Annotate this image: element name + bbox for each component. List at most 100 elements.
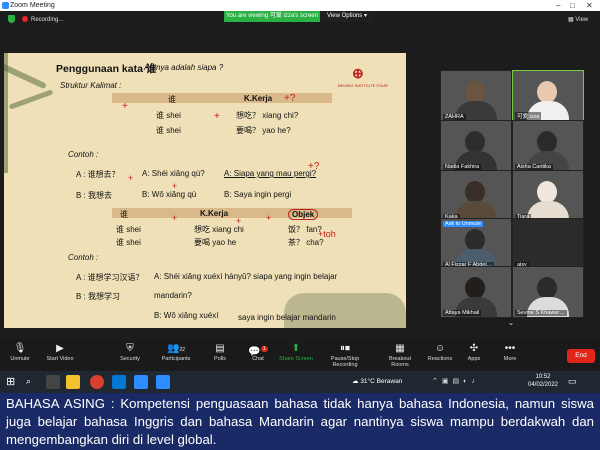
chat-button[interactable]: 💬 1 Chat — [238, 342, 278, 362]
participant-tile[interactable]: Aisha Cantika — [512, 120, 584, 172]
table1-head-verb: K.Kerja — [244, 94, 273, 103]
file-explorer-icon[interactable] — [66, 375, 80, 389]
recording-dot-icon — [22, 16, 28, 22]
bamboo-leaf — [8, 89, 54, 110]
minimize-button[interactable]: – — [556, 0, 560, 11]
security-shield-icon[interactable] — [8, 15, 15, 23]
pen-annotation: +toh — [318, 229, 336, 239]
pen-annotation: + — [214, 111, 220, 122]
participant-head — [465, 277, 485, 299]
participant-name: Sevine S Khawar… — [515, 310, 567, 316]
example2-pinyin: B: Wǒ xiǎng qù — [142, 190, 197, 199]
recording-indicator[interactable]: Recording... — [22, 14, 72, 26]
start-video-label: Start Video — [46, 356, 74, 362]
landscape-decoration — [284, 293, 406, 328]
table2-row2-c2: 要喝 yao he — [194, 238, 237, 247]
participant-head — [537, 131, 557, 153]
viewing-screen-banner: You are viewing 可爱 izza's screen — [224, 11, 320, 22]
participant-tile[interactable]: Ask to Unmute Al Fizzar F Abdel… — [440, 218, 512, 270]
recording-label: Recording... — [31, 17, 64, 23]
weather-widget[interactable]: ☁ 31°C Berawan — [352, 377, 402, 385]
more-button[interactable]: ••• More — [490, 342, 530, 362]
participant-tile[interactable]: aisy — [512, 218, 584, 270]
chrome-icon[interactable] — [90, 375, 104, 389]
shared-slide: Penggunaan kata 谁 Artinya adalah siapa ?… — [4, 53, 406, 328]
search-icon[interactable]: ⌕ — [26, 376, 31, 387]
breakout-icon: ▦ — [395, 343, 405, 354]
windows-taskbar: ⊞ ⌕ ☁ 31°C Berawan ⌃▣▤◐♪ 10:52 04/02/2022… — [0, 371, 600, 393]
edge-icon[interactable] — [112, 375, 126, 389]
slide-title: Penggunaan kata 谁 — [56, 63, 157, 75]
close-button[interactable]: ✕ — [586, 0, 593, 11]
table2-row1-c1: 谁 shei — [116, 225, 141, 234]
pause-recording-button[interactable]: ⏸⏹ Pause/Stop Recording — [318, 342, 372, 368]
polls-button[interactable]: ▤ Polls — [200, 342, 240, 362]
ask-to-unmute-button[interactable]: Ask to Unmute — [443, 221, 484, 227]
notifications-icon[interactable]: ▭ — [568, 376, 577, 387]
unmute-button[interactable]: 🎙 Unmute — [0, 342, 40, 362]
participant-tile-active[interactable]: 可爱 izza — [512, 70, 584, 122]
pen-annotation: + — [266, 213, 272, 223]
example5-translation: saya ingin belajar mandarin — [238, 313, 336, 322]
example5-pinyin: B: Wǒ xiǎng xuéxí — [154, 311, 219, 320]
zoom-meeting-taskbar-icon[interactable] — [156, 375, 170, 389]
start-video-button[interactable]: ▶ Start Video — [40, 342, 80, 362]
participant-tile[interactable]: Sevine S Khawar… — [512, 266, 584, 318]
security-button[interactable]: ⛨ Security — [110, 342, 150, 362]
apps-icon: ✣ — [469, 343, 479, 354]
table1-row1-c2: 想吃？ xiang chi? — [236, 111, 299, 120]
participants-button[interactable]: 👥22 Participants — [156, 342, 196, 362]
pen-annotation: +? — [284, 93, 296, 104]
zoom-taskbar-icon[interactable] — [134, 375, 148, 389]
example4-chinese: B : 我想学习 — [76, 292, 121, 301]
view-button[interactable]: ▦ View — [568, 16, 588, 23]
pen-annotation: + — [172, 213, 178, 223]
participant-name: 可爱 izza — [515, 112, 542, 120]
more-dots-icon: ••• — [504, 343, 516, 354]
table2-head-verb: K.Kerja — [200, 209, 229, 218]
participant-tile[interactable]: Tiara — [512, 170, 584, 222]
view-options-button[interactable]: View Options ▾ — [320, 11, 374, 22]
contoh-label-1: Contoh : — [68, 150, 99, 159]
unmute-label: Unmute — [10, 356, 30, 362]
apps-label: Apps — [467, 356, 481, 362]
windows-start-icon[interactable]: ⊞ — [6, 376, 15, 388]
weather-label: 31°C Berawan — [360, 378, 403, 385]
participant-tile[interactable]: Attaya Mikhail — [440, 266, 512, 318]
apps-button[interactable]: ✣ Apps — [454, 342, 494, 362]
chat-icon: 💬 1 — [248, 346, 268, 358]
tray-icons[interactable]: ⌃▣▤◐♪ — [432, 377, 479, 385]
example1-translation: A: Siapa yang mau pergi? — [224, 169, 317, 178]
participant-tile[interactable]: Kaka — [440, 170, 512, 222]
institute-logo-icon: ⊕ — [352, 65, 364, 81]
share-screen-icon: ⬆ — [291, 343, 301, 354]
end-meeting-button[interactable]: End — [567, 349, 595, 363]
table2-row2-c1: 谁 shei — [116, 238, 141, 247]
task-view-icon[interactable] — [46, 375, 60, 389]
share-screen-button[interactable]: ⬆ Share Screen — [276, 342, 316, 362]
polls-icon: ▤ — [215, 343, 225, 354]
participant-tile[interactable]: Nadia Fakhira — [440, 120, 512, 172]
participant-tile[interactable]: ZAHRA — [440, 70, 512, 122]
clock[interactable]: 10:52 04/02/2022 — [526, 373, 560, 389]
caption-heading: BAHASA ASING — [6, 396, 105, 411]
breakout-rooms-button[interactable]: ▦ Breakout Rooms — [380, 342, 420, 368]
pen-annotation: + — [172, 181, 178, 191]
gallery-next-chevron-icon[interactable]: ⌄ — [504, 318, 518, 328]
pen-annotation: + — [122, 101, 128, 112]
participant-name: Attaya Mikhail — [443, 310, 482, 316]
table2-row1-c3: 饭？ fan? — [288, 225, 322, 234]
table1-row2-c1: 谁 shei — [156, 126, 181, 135]
maximize-button[interactable]: □ — [570, 0, 575, 11]
contoh-label-2: Contoh : — [68, 253, 99, 262]
share-screen-label: Share Screen — [279, 356, 313, 362]
table1-row1-c1: 谁 shei — [156, 111, 181, 120]
example1-pinyin: A: Shéi xiǎng qù? — [142, 169, 205, 178]
pen-annotation: + — [236, 216, 242, 226]
participant-head — [465, 131, 485, 153]
participants-count: 22 — [179, 347, 185, 353]
participant-head — [465, 181, 485, 203]
participant-head — [465, 81, 485, 103]
zoom-logo-icon — [2, 2, 9, 9]
polls-label: Polls — [214, 356, 226, 362]
